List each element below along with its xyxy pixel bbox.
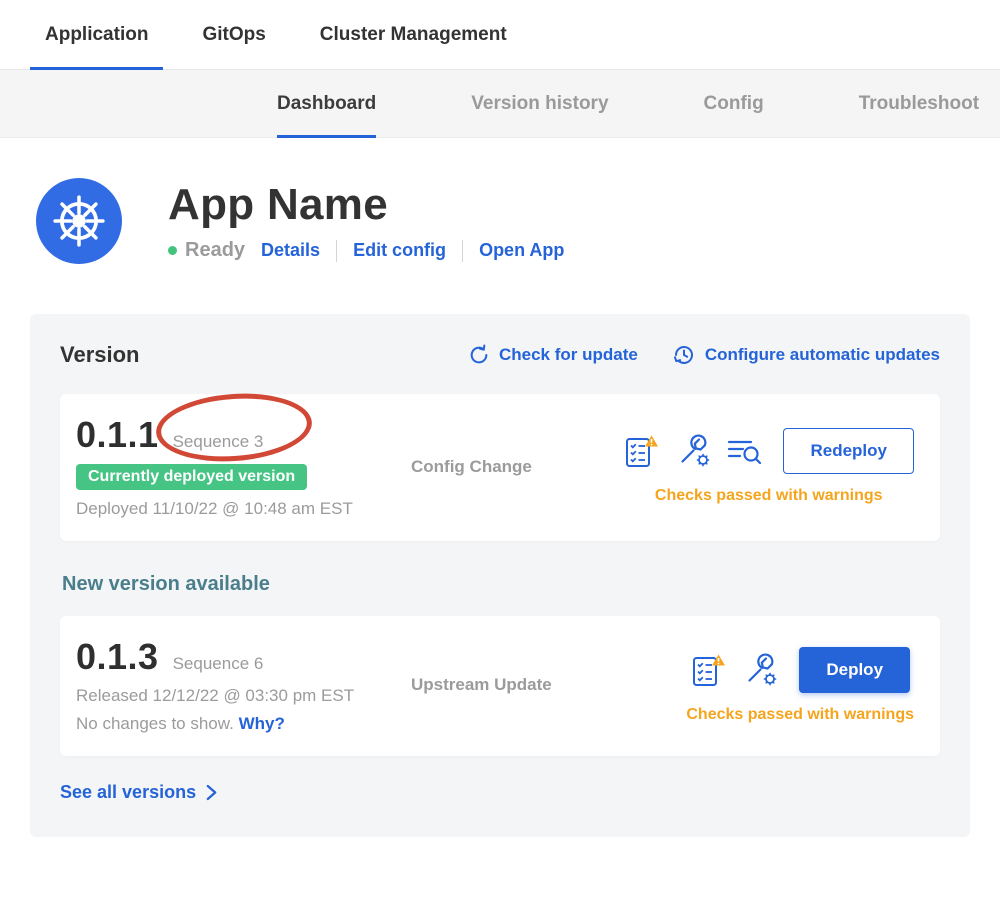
- status-badge: Ready: [168, 239, 245, 262]
- details-link[interactable]: Details: [261, 240, 320, 261]
- version-panel-title: Version: [60, 342, 139, 368]
- current-version-number: 0.1.1: [76, 414, 159, 456]
- chevron-right-icon: [205, 784, 218, 801]
- tab-version-history[interactable]: Version history: [471, 70, 608, 137]
- current-version-sequence: Sequence 3: [173, 432, 264, 452]
- see-all-versions-link[interactable]: See all versions: [60, 782, 218, 803]
- see-all-versions-label: See all versions: [60, 782, 196, 803]
- configure-automatic-updates-label: Configure automatic updates: [705, 345, 940, 365]
- status-dot-icon: [168, 246, 177, 255]
- status-label: Ready: [185, 239, 245, 262]
- config-wrench-gear-icon[interactable]: [676, 434, 710, 468]
- tab-config[interactable]: Config: [704, 70, 764, 137]
- current-checks-status: Checks passed with warnings: [655, 487, 883, 505]
- version-panel: Version Check for update Configure autom…: [30, 314, 970, 837]
- new-version-sequence: Sequence 6: [173, 654, 264, 674]
- no-changes-line: No changes to show. Why?: [76, 714, 411, 734]
- current-version-card: 0.1.1 Sequence 3 Currently deployed vers…: [60, 394, 940, 541]
- app-header: App Name Ready Details Edit config Open …: [36, 178, 1000, 264]
- new-version-number: 0.1.3: [76, 636, 159, 678]
- new-version-heading: New version available: [62, 573, 940, 596]
- config-wrench-gear-icon[interactable]: [743, 653, 777, 687]
- page-title: App Name: [168, 180, 564, 230]
- primary-nav: Application GitOps Cluster Management: [0, 0, 1000, 70]
- no-changes-text: No changes to show.: [76, 714, 234, 733]
- currently-deployed-badge: Currently deployed version: [76, 464, 307, 490]
- edit-config-link[interactable]: Edit config: [353, 240, 446, 261]
- open-app-link[interactable]: Open App: [479, 240, 564, 261]
- nav-tab-gitops[interactable]: GitOps: [187, 0, 280, 69]
- new-change-type: Upstream Update: [411, 675, 596, 695]
- nav-tab-cluster-management[interactable]: Cluster Management: [305, 0, 522, 69]
- check-for-update-link[interactable]: Check for update: [468, 343, 638, 367]
- preflight-checks-warning-icon[interactable]: [623, 434, 659, 468]
- clock-refresh-icon: [672, 343, 696, 367]
- new-version-card: 0.1.3 Sequence 6 Released 12/12/22 @ 03:…: [60, 616, 940, 756]
- view-diff-icon[interactable]: [727, 436, 761, 466]
- tab-troubleshoot[interactable]: Troubleshoot: [859, 70, 979, 137]
- deploy-button[interactable]: Deploy: [799, 647, 910, 693]
- redeploy-button[interactable]: Redeploy: [783, 428, 914, 474]
- preflight-checks-warning-icon[interactable]: [690, 653, 726, 687]
- check-for-update-label: Check for update: [499, 345, 638, 365]
- new-checks-status: Checks passed with warnings: [686, 706, 914, 724]
- refresh-icon: [468, 344, 490, 366]
- app-meta-row: Ready Details Edit config Open App: [168, 239, 564, 262]
- divider: [462, 240, 463, 262]
- released-timestamp: Released 12/12/22 @ 03:30 pm EST: [76, 686, 411, 706]
- secondary-nav: Dashboard Version history Config Trouble…: [0, 70, 1000, 138]
- current-change-type: Config Change: [411, 457, 596, 477]
- why-link[interactable]: Why?: [239, 714, 285, 733]
- tab-dashboard[interactable]: Dashboard: [277, 70, 376, 137]
- kubernetes-logo-icon: [36, 178, 122, 264]
- version-panel-header: Version Check for update Configure autom…: [60, 342, 940, 368]
- nav-tab-application[interactable]: Application: [30, 0, 163, 69]
- configure-automatic-updates-link[interactable]: Configure automatic updates: [672, 343, 940, 367]
- deployed-timestamp: Deployed 11/10/22 @ 10:48 am EST: [76, 499, 411, 519]
- divider: [336, 240, 337, 262]
